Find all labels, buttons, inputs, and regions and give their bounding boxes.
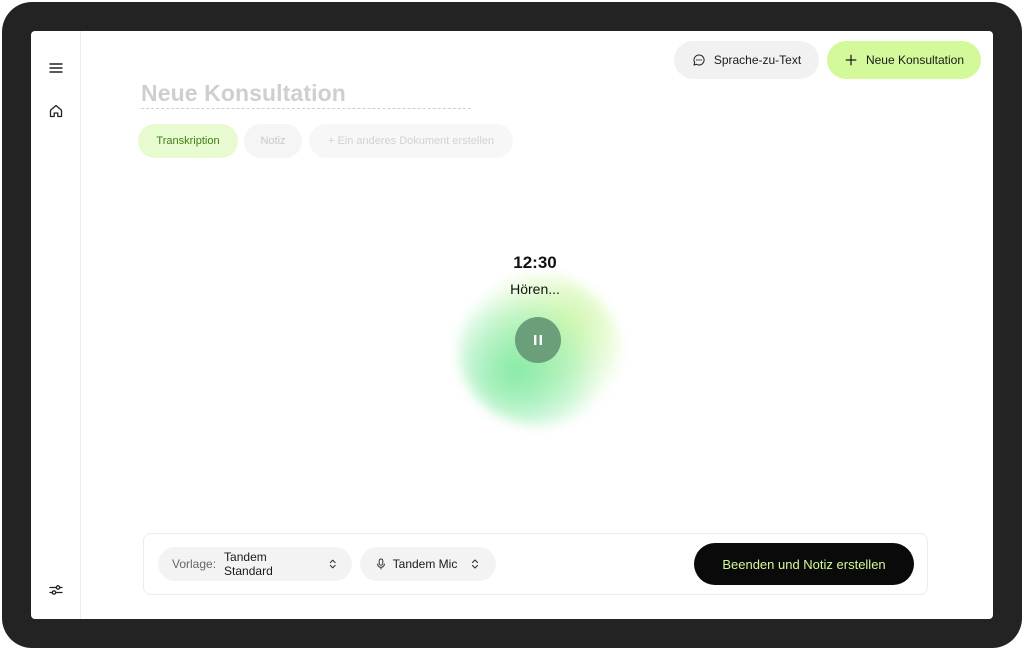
app-screen: Sprache-zu-Text Neue Konsultation Neue K… [31,31,993,619]
new-consultation-button[interactable]: Neue Konsultation [827,41,981,79]
sidebar [31,31,81,619]
chat-bubble-icon [693,54,705,66]
template-select[interactable]: Vorlage: Tandem Standard [158,547,352,581]
microphone-value: Tandem Mic [392,557,458,571]
recording-timer: 12:30 [513,253,557,272]
template-value: Tandem Standard [224,550,273,578]
microphone-icon [376,558,385,570]
microphone-select[interactable]: Tandem Mic [360,547,496,581]
finish-and-create-note-button[interactable]: Beenden und Notiz erstellen [694,543,914,585]
pause-icon [534,335,542,345]
consultation-title-input[interactable]: Neue Konsultation [141,80,471,109]
tab-note[interactable]: Notiz [244,124,302,158]
template-label: Vorlage: [172,557,217,571]
chevron-up-down-icon [329,559,336,569]
home-button[interactable] [43,98,69,124]
speech-to-text-button[interactable]: Sprache-zu-Text [674,41,819,79]
menu-button[interactable] [43,55,69,81]
home-icon [49,104,63,118]
recording-controls-bar: Vorlage: Tandem Standard Tandem Mic Been… [143,533,928,595]
plus-icon [845,54,857,66]
new-consultation-label: Neue Konsultation [865,53,965,67]
chevron-up-down-icon [472,559,479,569]
sliders-icon [49,585,63,595]
recording-status: Hören... [510,281,560,297]
tab-create-other-document[interactable]: + Ein anderes Dokument erstellen [309,124,513,158]
tab-transcription[interactable]: Transkription [138,124,238,158]
pause-button[interactable] [515,317,561,363]
speech-to-text-label: Sprache-zu-Text [713,53,802,67]
menu-icon [49,63,63,73]
settings-button[interactable] [43,577,69,603]
